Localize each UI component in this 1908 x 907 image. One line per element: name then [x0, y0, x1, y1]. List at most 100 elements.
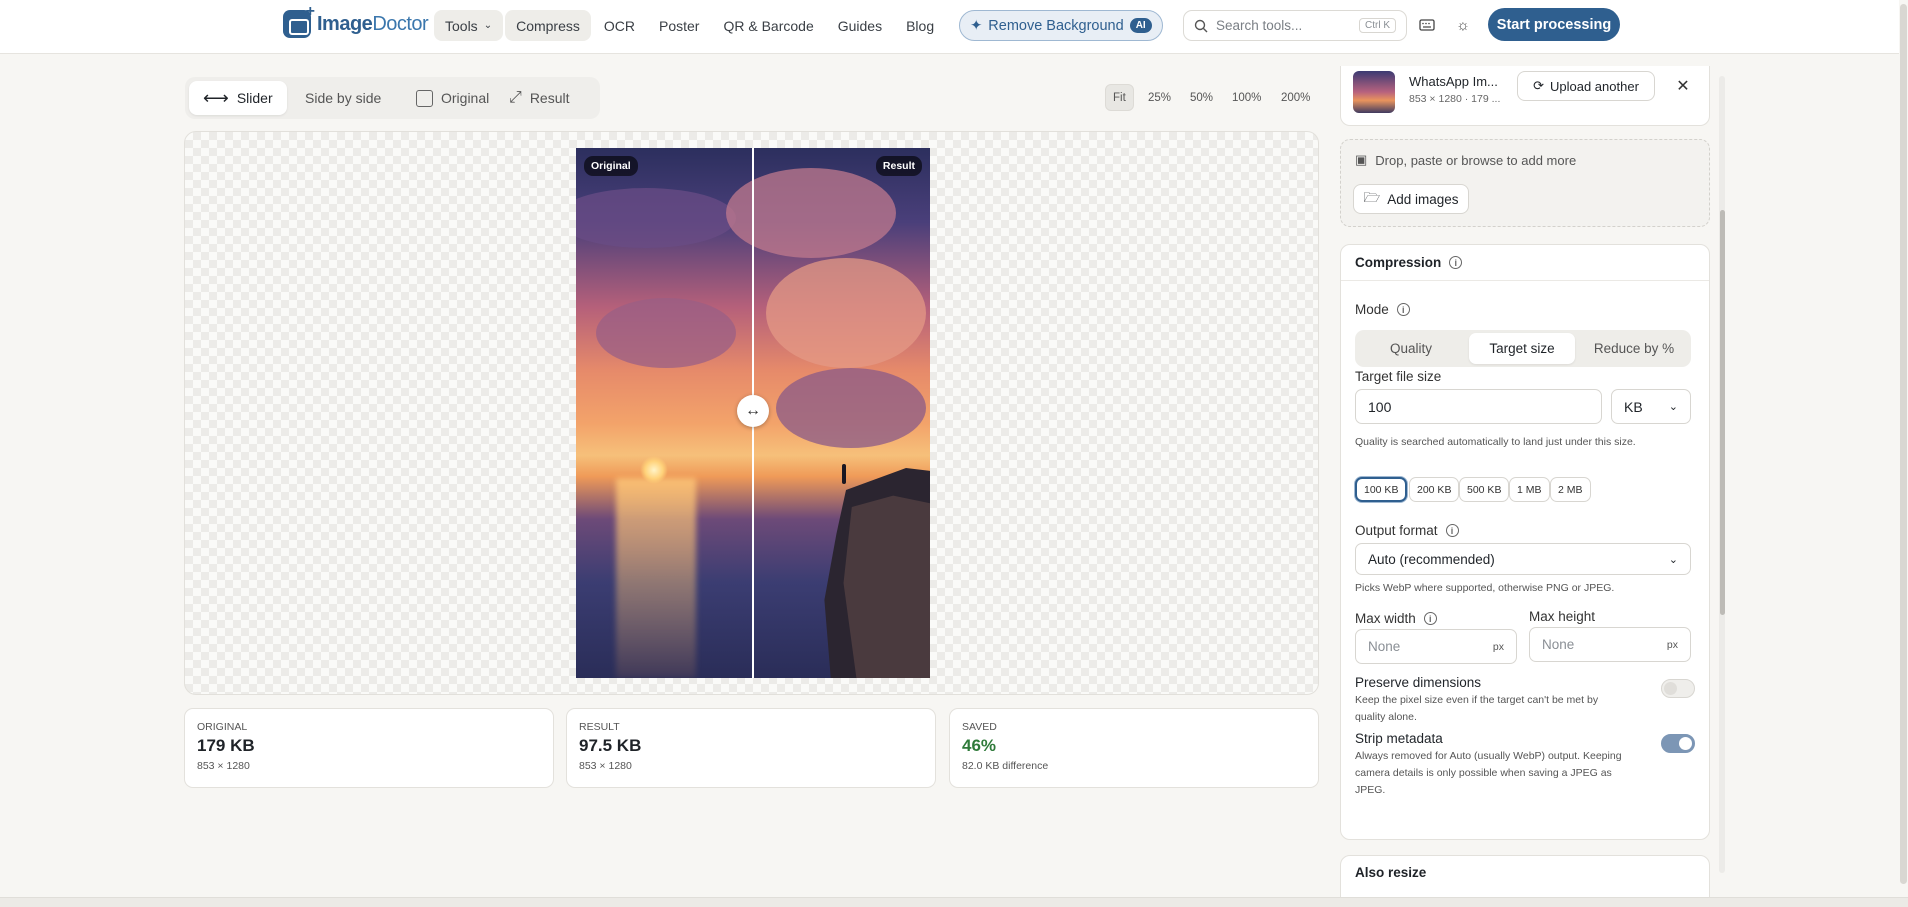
view-original-button[interactable]: Original: [402, 81, 503, 115]
mode-target-size[interactable]: Target size: [1469, 333, 1575, 364]
mode-quality[interactable]: Quality: [1359, 333, 1463, 364]
zoom-100[interactable]: 100%: [1225, 84, 1268, 111]
theme-toggle-icon[interactable]: ☼: [1453, 15, 1473, 35]
max-width-placeholder: None: [1368, 639, 1401, 654]
preset-200kb[interactable]: 200 KB: [1409, 477, 1460, 502]
ai-badge: AI: [1129, 18, 1152, 33]
add-images-button[interactable]: 🗁 Add images: [1353, 184, 1469, 214]
output-format-value: Auto (recommended): [1368, 551, 1495, 567]
view-result-button[interactable]: ⤢ Result: [495, 81, 584, 115]
zoom-50[interactable]: 50%: [1183, 84, 1220, 111]
search-tools-input[interactable]: Search tools... Ctrl K: [1183, 10, 1407, 41]
max-height-input[interactable]: None px: [1529, 627, 1691, 662]
stat-label: ORIGINAL: [197, 721, 248, 733]
close-icon[interactable]: ✕: [1673, 76, 1693, 96]
main-nav: Tools ⌄ Compress OCR Poster QR & Barcode …: [434, 10, 1163, 41]
info-icon[interactable]: i: [1423, 612, 1437, 625]
shortcut-hint: Ctrl K: [1359, 18, 1396, 33]
file-thumbnail: [1353, 71, 1395, 113]
preserve-dimensions-hint: Keep the pixel size even if the target c…: [1355, 694, 1599, 723]
view-slider-button[interactable]: ⟷ Slider: [189, 81, 287, 115]
unit-value: KB: [1624, 398, 1643, 415]
drop-zone-text: ▣ Drop, paste or browse to add more: [1355, 152, 1576, 168]
stat-sub: 853 × 1280: [579, 760, 632, 772]
nav-qr-barcode[interactable]: QR & Barcode: [712, 10, 824, 41]
stat-label: SAVED: [962, 721, 997, 733]
zoom-25[interactable]: 25%: [1141, 84, 1178, 111]
mode-label: Mode i: [1355, 302, 1410, 317]
chevron-down-icon: ⌄: [1668, 401, 1678, 413]
preset-100kb[interactable]: 100 KB: [1355, 477, 1408, 502]
preset-500kb[interactable]: 500 KB: [1459, 477, 1510, 502]
sea-reflection: [616, 478, 696, 678]
unit-select[interactable]: KB ⌄: [1611, 389, 1691, 424]
max-width-input[interactable]: None px: [1355, 629, 1517, 664]
comparison-image[interactable]: ↔ Original Result: [576, 148, 930, 678]
logo[interactable]: ImageDoctor: [283, 3, 429, 38]
preset-2mb[interactable]: 2 MB: [1550, 477, 1591, 502]
nav-ocr[interactable]: OCR: [593, 10, 646, 41]
strip-metadata-hint: Always removed for Auto (usually WebP) o…: [1355, 750, 1622, 796]
logo-icon: [283, 3, 315, 38]
person-silhouette: [842, 464, 846, 484]
cloud-shape: [776, 368, 926, 448]
mode-label-text: Mode: [1355, 302, 1389, 317]
expand-icon: ⤢: [509, 89, 522, 106]
refresh-icon: ⟳: [1533, 78, 1544, 93]
mode-reduce-by-percent[interactable]: Reduce by %: [1581, 333, 1687, 364]
nav-compress[interactable]: Compress: [505, 10, 591, 41]
sun: [640, 456, 668, 484]
max-width-label: Max width i: [1355, 611, 1437, 626]
view-mode-toolbar: ⟷ Slider Side by side Original ⤢ Result: [185, 77, 600, 119]
slider-handle[interactable]: ↔: [737, 395, 769, 427]
image-add-icon: ▣: [1355, 152, 1368, 167]
page-scrollbar-thumb[interactable]: [1900, 4, 1907, 884]
zoom-fit[interactable]: Fit: [1105, 84, 1134, 111]
stat-original: ORIGINAL 179 KB 853 × 1280: [184, 708, 554, 788]
search-placeholder: Search tools...: [1216, 18, 1303, 33]
view-original-label: Original: [441, 90, 490, 106]
also-resize-card: Also resize: [1340, 855, 1710, 899]
keyboard-icon[interactable]: [1417, 15, 1437, 35]
output-format-label: Output format i: [1355, 523, 1459, 538]
info-icon[interactable]: i: [1396, 303, 1410, 316]
result-tag: Result: [875, 156, 922, 176]
nav-blog[interactable]: Blog: [895, 10, 945, 41]
search-icon: [1194, 19, 1208, 32]
px-suffix: px: [1492, 640, 1504, 653]
file-name: WhatsApp Im...: [1409, 74, 1498, 89]
arrows-horizontal-icon: ⟷: [203, 87, 229, 108]
add-images-label: Add images: [1387, 191, 1459, 207]
settings-panel: WhatsApp Im... 853 × 1280 · 179 ... ⟳ Up…: [1338, 54, 1720, 899]
arrows-horizontal-icon: ↔: [745, 402, 761, 419]
cloud-shape: [596, 298, 736, 368]
nav-tools[interactable]: Tools ⌄: [434, 10, 504, 41]
preset-1mb[interactable]: 1 MB: [1509, 477, 1550, 502]
logo-text: ImageDoctor: [317, 12, 429, 35]
zoom-200[interactable]: 200%: [1274, 84, 1317, 111]
nav-poster[interactable]: Poster: [648, 10, 710, 41]
view-side-by-side-button[interactable]: Side by side: [291, 81, 395, 115]
remove-background-button[interactable]: ✦ Remove Background AI: [959, 10, 1163, 41]
info-icon[interactable]: i: [1449, 256, 1463, 269]
preserve-dimensions-toggle[interactable]: [1661, 679, 1695, 698]
upload-another-button[interactable]: ⟳ Upload another: [1517, 71, 1655, 101]
stat-sub: 853 × 1280: [197, 760, 250, 772]
preserve-dimensions-title: Preserve dimensions: [1355, 675, 1482, 690]
stat-value: 46%: [962, 736, 997, 755]
strip-metadata-toggle[interactable]: [1661, 734, 1695, 753]
target-size-input[interactable]: 100: [1355, 389, 1602, 424]
start-processing-button[interactable]: Start processing: [1488, 8, 1620, 41]
stat-saved: SAVED 46% 82.0 KB difference: [949, 708, 1319, 788]
view-slider-label: Slider: [236, 90, 273, 106]
nav-guides[interactable]: Guides: [827, 10, 893, 41]
drop-zone[interactable]: ▣ Drop, paste or browse to add more 🗁 Ad…: [1340, 139, 1710, 227]
panel-scrollbar-thumb[interactable]: [1720, 210, 1725, 615]
output-format-select[interactable]: Auto (recommended) ⌄: [1355, 543, 1691, 575]
px-suffix: px: [1666, 638, 1678, 651]
mode-segmented-control: Quality Target size Reduce by %: [1355, 330, 1691, 367]
info-icon[interactable]: i: [1445, 524, 1459, 537]
max-height-placeholder: None: [1542, 637, 1575, 652]
chevron-down-icon: ⌄: [483, 20, 493, 31]
also-resize-title[interactable]: Also resize: [1341, 856, 1709, 888]
